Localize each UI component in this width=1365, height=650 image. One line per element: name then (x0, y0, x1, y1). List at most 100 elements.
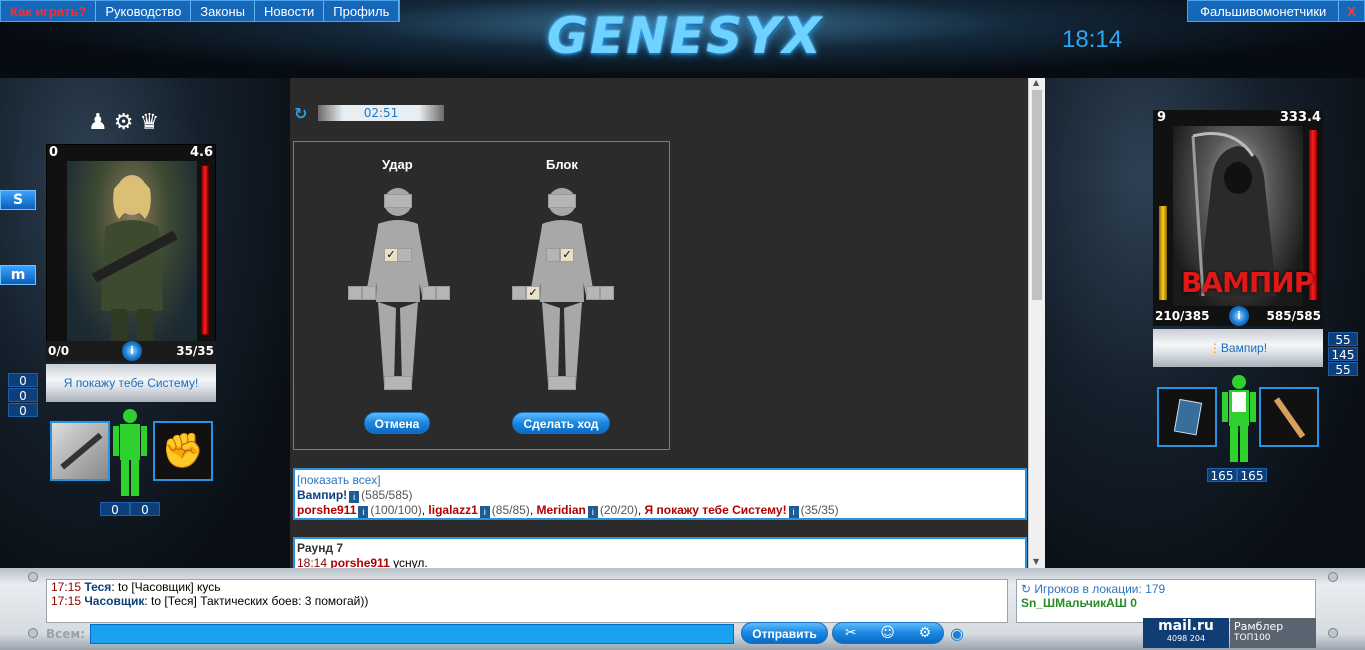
scroll-up-icon[interactable]: ▲ (1033, 78, 1039, 87)
attack-zone-left-hand-2[interactable] (362, 286, 376, 300)
fighter-name[interactable]: Meridian (536, 503, 585, 517)
player-name[interactable]: Я покажу тебе Систему! (46, 364, 216, 402)
side-button-m[interactable]: m (0, 265, 36, 285)
nav-how-to-play[interactable]: Как играть? (1, 1, 97, 21)
nav-guide[interactable]: Руководство (96, 1, 192, 21)
fighter-name[interactable]: Я покажу тебе Систему! (645, 503, 787, 517)
block-zone-right-hand[interactable] (586, 286, 600, 300)
block-zone-head[interactable] (548, 194, 576, 208)
battle-scrollbar[interactable]: ▲ ▼ (1028, 78, 1045, 568)
armor-slot[interactable] (1157, 387, 1217, 447)
enemy-counter: 145 (1328, 347, 1358, 362)
gear-icon[interactable]: ⚙ (114, 110, 134, 135)
block-label: Блок (546, 157, 578, 172)
weapon-slot[interactable] (50, 421, 110, 481)
attack-zone-head[interactable] (384, 194, 412, 208)
fist-icon: ✊ (161, 431, 205, 471)
chat-user[interactable]: Часовщик (84, 594, 144, 608)
info-icon[interactable]: i (479, 506, 490, 518)
block-zone-right-hand-2[interactable] (600, 286, 614, 300)
smiley-icon[interactable]: ☺ (880, 625, 895, 641)
enemy-caption: ВАМПИР (1181, 266, 1314, 299)
chat-corner-icon (1328, 628, 1338, 638)
gear-icon[interactable]: ⚙ (919, 625, 932, 641)
info-icon[interactable]: i (788, 506, 799, 518)
send-button[interactable]: Отправить (741, 622, 828, 644)
header: Как играть? Руководство Законы Новости П… (0, 0, 1365, 78)
refresh-icon[interactable]: ↻ (1021, 582, 1031, 596)
fighter-name[interactable]: ligalazz1 (428, 503, 477, 517)
enemy-level: 9 (1157, 110, 1167, 125)
nav-profile[interactable]: Профиль (324, 1, 400, 21)
fighter-hp: (20/20) (599, 503, 638, 517)
turn-timer: 02:51 (318, 105, 444, 121)
globe-icon[interactable]: ◉ (950, 624, 964, 643)
nav-news[interactable]: Новости (255, 1, 325, 21)
player-hp-left: 0/0 (48, 344, 70, 358)
factory-icon[interactable]: ♛ (139, 110, 159, 135)
player-body-doll (112, 408, 148, 498)
fighter-hp: (585/585) (361, 488, 413, 502)
attack-zone-right-hand-2[interactable] (436, 286, 450, 300)
scissors-icon[interactable]: ✂ (845, 625, 857, 641)
game-screen: Как играть? Руководство Законы Новости П… (0, 0, 1365, 650)
mailru-label: mail.ru (1158, 618, 1214, 634)
info-icon[interactable]: i (358, 506, 369, 518)
player-level: 0 (49, 145, 59, 160)
chat-log[interactable]: 17:15 Теся: to [Часовщик] кусь 17:15 Час… (46, 579, 1008, 623)
info-orb-icon[interactable]: i (1229, 306, 1249, 326)
player-bottom-counter: 0 (100, 502, 130, 517)
mailru-nums: 4098 204 (1166, 634, 1206, 643)
chat-bar: 17:15 Теся: to [Часовщик] кусь 17:15 Час… (0, 568, 1365, 650)
side-button-s[interactable]: S (0, 190, 36, 210)
mailru-counter[interactable]: mail.ru 4098 204 (1143, 618, 1229, 648)
close-button[interactable]: X (1338, 1, 1364, 21)
scroll-down-icon[interactable]: ▼ (1033, 557, 1039, 566)
game-logo: GENESYX (547, 7, 823, 65)
enemy-bottom-counter: 165 (1207, 468, 1237, 483)
scroll-thumb[interactable] (1032, 90, 1042, 300)
user-icon[interactable]: ♟ (88, 110, 108, 135)
round-title: Раунд 7 (297, 541, 344, 555)
show-all-link[interactable]: [показать всех] (297, 473, 381, 487)
fighter-hp: (100/100) (370, 503, 422, 517)
block-zone-chest[interactable] (546, 248, 560, 262)
refresh-icon[interactable]: ↻ (294, 104, 307, 123)
chat-text: : to [Часовщик] кусь (111, 580, 221, 594)
fighter-name[interactable]: Вампир! (297, 488, 347, 502)
player-actions: ♟ ⚙ ♛ (88, 110, 159, 135)
make-move-button[interactable]: Сделать ход (512, 412, 610, 434)
info-orb-icon[interactable]: i (122, 341, 142, 361)
enemy-name[interactable]: ⋮Вампир! (1153, 329, 1323, 367)
online-count: ↻ Игроков в локации: 179 (1021, 582, 1311, 596)
block-zone-left-hand-2[interactable] (512, 286, 526, 300)
block-zone-left-hand[interactable]: ✓ (526, 286, 540, 300)
book-icon (1173, 398, 1203, 436)
attack-zone-left-hand[interactable] (348, 286, 362, 300)
attack-zone-legs[interactable] (384, 376, 412, 390)
chat-user[interactable]: Теся (84, 580, 111, 594)
fight-panel: Удар Блок ✓ ✓ ✓ Отмена Сделать ход (293, 141, 670, 450)
signal-icon: ⋮ (1208, 341, 1221, 355)
block-zone-legs[interactable] (548, 376, 576, 390)
attack-zone-right-hand[interactable] (422, 286, 436, 300)
player-bottom-counter: 0 (130, 502, 160, 517)
online-list[interactable]: ↻ Игроков в локации: 179 Sn_ШМальчикАШ 0 (1016, 579, 1316, 623)
online-user[interactable]: Sn_ШМальчикАШ 0 (1021, 596, 1311, 610)
block-body: ✓ ✓ (512, 184, 614, 394)
enemy-bottom-counter: 165 (1237, 468, 1267, 483)
info-icon[interactable]: i (587, 506, 598, 518)
message-input[interactable] (90, 624, 734, 644)
weapon-slot[interactable] (1259, 387, 1319, 447)
rambler-counter[interactable]: Рамблер ТОП100 (1230, 618, 1316, 648)
attack-zone-belly[interactable]: ✓ (384, 248, 398, 262)
fist-slot[interactable]: ✊ (153, 421, 213, 481)
nav-laws[interactable]: Законы (191, 1, 255, 21)
cancel-button[interactable]: Отмена (364, 412, 430, 434)
block-zone-belly-right[interactable]: ✓ (560, 248, 574, 262)
rambler-sub: ТОП100 (1234, 633, 1271, 643)
info-icon[interactable]: i (349, 491, 360, 503)
nav-counterfeiters[interactable]: Фальшивомонетчики (1188, 1, 1338, 21)
fighter-hp: (85/85) (491, 503, 530, 517)
fighter-name[interactable]: porshe911 (297, 503, 356, 517)
